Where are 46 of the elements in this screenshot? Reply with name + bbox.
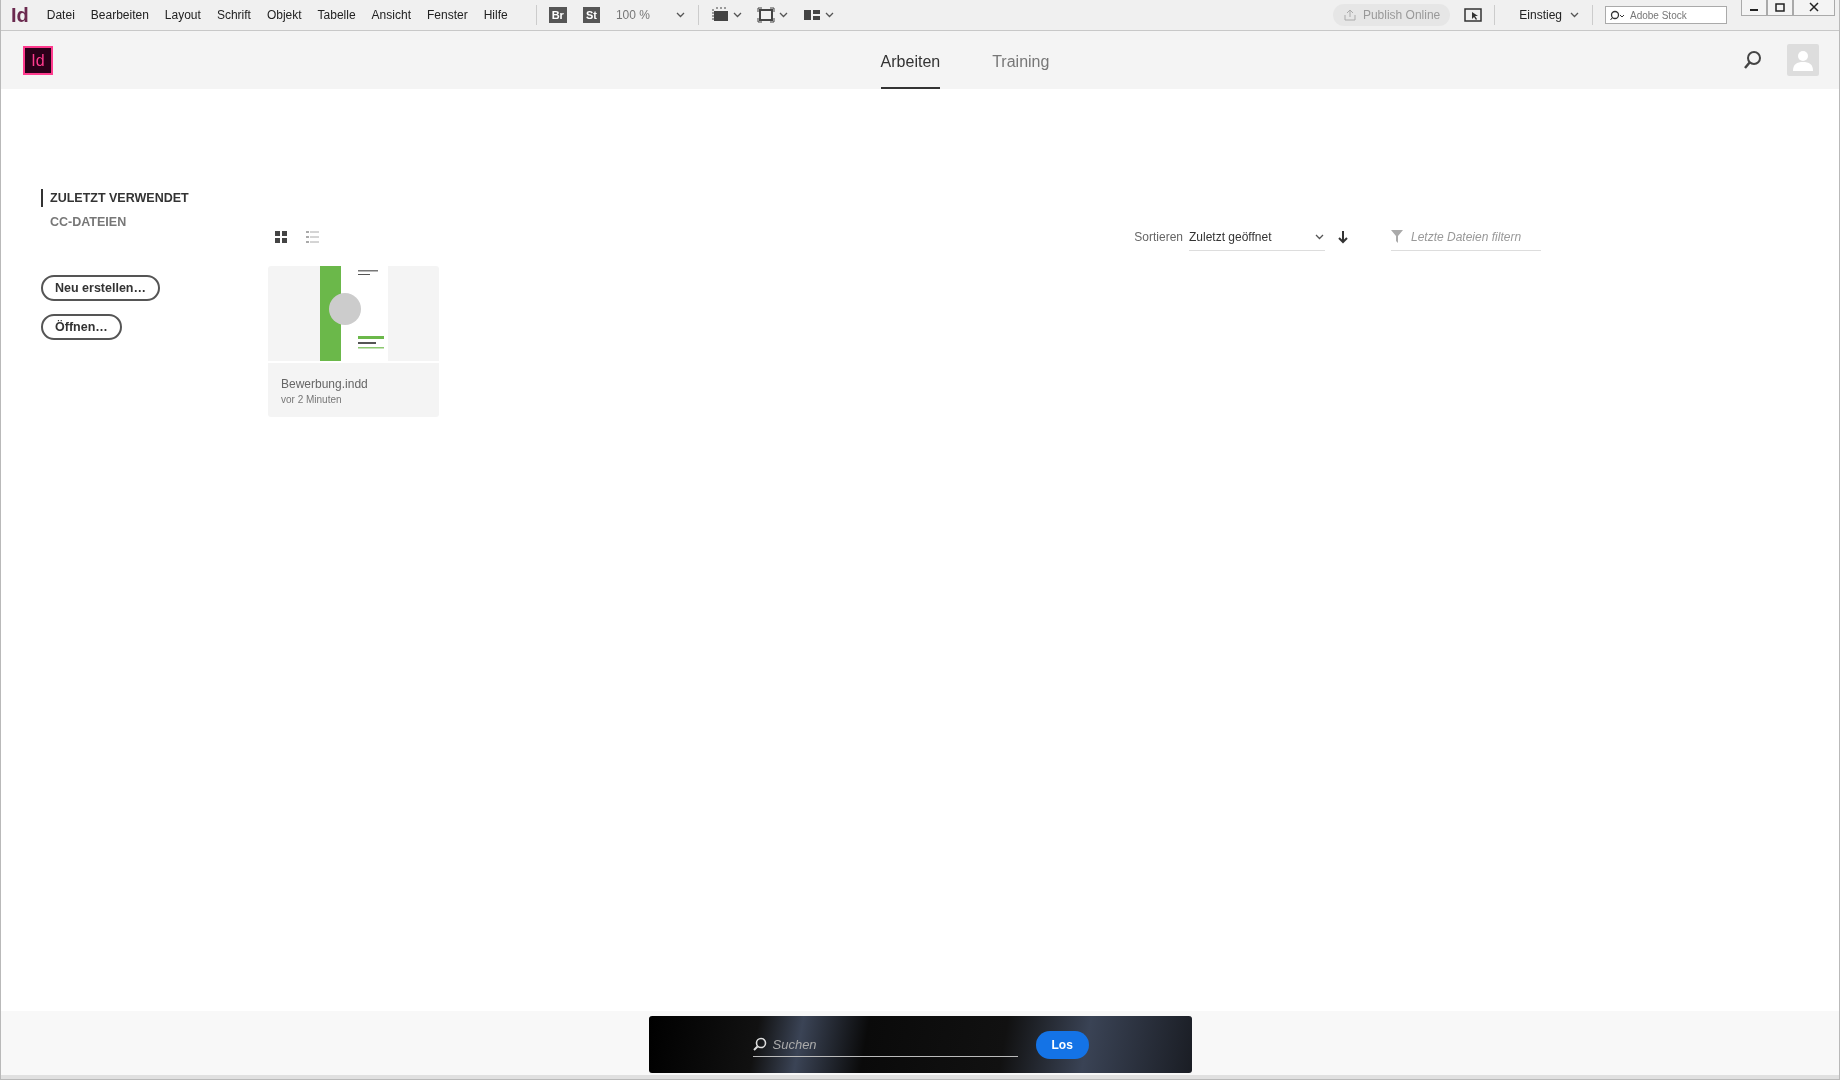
cursor-screen-icon[interactable] [1464, 7, 1483, 23]
menu-item[interactable]: Bearbeiten [90, 5, 149, 25]
menu-item[interactable]: Tabelle [317, 5, 356, 25]
open-button[interactable]: Öffnen… [41, 314, 122, 340]
stock-button[interactable]: St [582, 7, 600, 23]
down-arrow-icon[interactable] [1337, 230, 1349, 244]
nav-item[interactable]: ZULETZT VERWENDET [41, 189, 189, 207]
caret-icon[interactable] [1570, 12, 1580, 18]
file-name: Bewerbung.indd [281, 377, 369, 391]
caret-icon[interactable] [675, 12, 686, 18]
caret-icon[interactable] [778, 12, 789, 18]
search-icon[interactable] [1743, 50, 1763, 70]
app-icon: Id [11, 3, 29, 27]
menu-item[interactable]: Hilfe [483, 5, 508, 25]
menu-item[interactable]: Ansicht [371, 5, 411, 25]
maximize-icon[interactable] [1767, 0, 1793, 16]
sort-dropdown[interactable]: Zuletzt geöffnet [1189, 223, 1325, 251]
zoom-field[interactable]: 100 % [615, 8, 650, 22]
tab[interactable]: Training [992, 31, 1050, 89]
search-icon[interactable] [752, 1037, 767, 1051]
close-icon[interactable] [1793, 0, 1835, 16]
bridge-button[interactable]: Br [548, 7, 567, 23]
go-button[interactable]: Los [1035, 1030, 1089, 1059]
workspace-dropdown[interactable]: Einstieg [1519, 8, 1580, 22]
minimize-icon[interactable] [1741, 0, 1767, 16]
menu-item[interactable]: Objekt [266, 5, 302, 25]
chevron-icon[interactable] [1315, 233, 1325, 240]
menu-item[interactable]: Schrift [216, 5, 251, 25]
caret-icon[interactable] [824, 12, 835, 18]
new-button[interactable]: Neu erstellen… [41, 275, 160, 301]
app-logo: Id [23, 46, 53, 75]
caret-icon[interactable] [732, 12, 743, 18]
grid-view-icon[interactable] [274, 230, 288, 244]
screen-mode-icon[interactable] [710, 7, 729, 23]
menu-item[interactable]: Fenster [426, 5, 468, 25]
search-field[interactable]: Suchen [752, 1032, 1018, 1057]
nav-item[interactable]: CC-DATEIEN [41, 213, 127, 231]
frame-icon[interactable] [756, 7, 775, 23]
layout-grid-icon[interactable] [802, 7, 821, 23]
file-time: vor 2 Minuten [281, 394, 343, 405]
sort-label: Sortieren [1134, 230, 1183, 244]
stock-search-field[interactable]: Adobe Stock [1605, 6, 1727, 24]
search-icon[interactable] [1610, 9, 1626, 21]
menu-item[interactable]: Layout [164, 5, 201, 25]
menu-item[interactable]: Datei [46, 5, 75, 25]
file-card[interactable]: Bewerbung.indd vor 2 Minuten [268, 266, 439, 417]
